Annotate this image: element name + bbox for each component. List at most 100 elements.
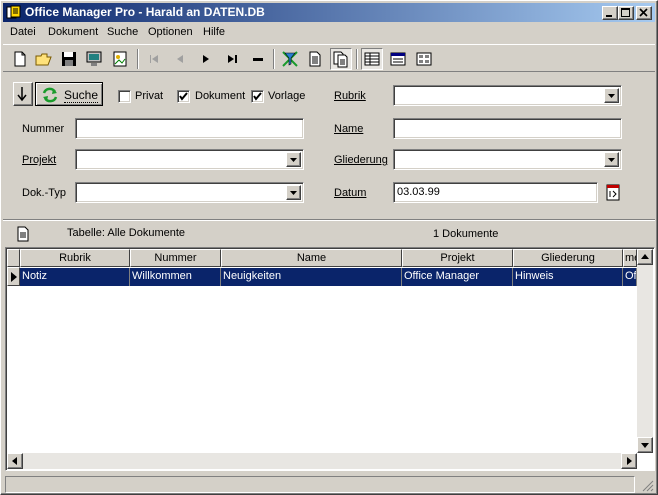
- resize-grip[interactable]: [640, 478, 654, 492]
- floppy-disk-icon: [62, 52, 76, 66]
- documents-icon: [333, 51, 348, 68]
- minimize-icon: [606, 15, 612, 17]
- scroll-up-button[interactable]: [637, 249, 653, 265]
- documents-view-button[interactable]: [330, 48, 352, 70]
- maximize-icon: [621, 8, 630, 17]
- next-icon: [203, 55, 209, 63]
- open-button[interactable]: [33, 48, 55, 70]
- maximize-button[interactable]: [618, 6, 634, 20]
- refresh-icon: [42, 87, 58, 103]
- title-bar[interactable]: Office Manager Pro - Harald an DATEN.DB: [3, 3, 655, 22]
- table-cell[interactable]: Office Manager: [402, 268, 513, 286]
- datum-input[interactable]: 03.03.99: [393, 182, 598, 203]
- previous-icon: [177, 55, 183, 63]
- gliederung-dropdown-button[interactable]: [604, 152, 619, 167]
- current-row-arrow-icon: [11, 272, 17, 282]
- open-folder-icon: [35, 53, 52, 66]
- arrow-down-icon: [17, 87, 27, 102]
- nummer-input[interactable]: [75, 118, 304, 139]
- scroll-right-button[interactable]: [621, 453, 637, 469]
- name-input[interactable]: [393, 118, 622, 139]
- chevron-down-icon: [290, 191, 297, 195]
- search-button-label: Suche: [64, 88, 99, 103]
- column-header-name[interactable]: Name: [221, 249, 402, 267]
- sort-down-button[interactable]: [13, 82, 33, 106]
- search-button[interactable]: Suche: [35, 82, 103, 106]
- filter-button[interactable]: [279, 48, 301, 70]
- menu-datei[interactable]: Datei: [10, 26, 36, 38]
- column-header-rubrik[interactable]: Rubrik: [20, 249, 130, 267]
- new-document-button[interactable]: [9, 48, 31, 70]
- name-label: Name: [334, 123, 364, 135]
- row-indicator[interactable]: [7, 267, 20, 286]
- chevron-down-icon: [608, 158, 615, 162]
- column-header-partial[interactable]: me: [623, 249, 637, 267]
- close-icon: [639, 8, 648, 17]
- table-cell[interactable]: Willkommen: [130, 268, 221, 286]
- next-record-button[interactable]: [195, 48, 217, 70]
- table-cell[interactable]: Notiz: [20, 268, 130, 286]
- rubrik-combo[interactable]: [393, 85, 622, 106]
- table-view-icon: [364, 52, 380, 66]
- checkmark-icon: [253, 92, 262, 101]
- table-cell[interactable]: Neuigkeiten: [221, 268, 402, 286]
- first-icon: [150, 55, 158, 63]
- chevron-down-icon: [608, 94, 615, 98]
- gliederung-label: Gliederung: [334, 154, 388, 166]
- previous-record-button[interactable]: [169, 48, 191, 70]
- doktyp-dropdown-button[interactable]: [286, 185, 301, 200]
- menu-optionen[interactable]: Optionen: [148, 26, 193, 38]
- nummer-label: Nummer: [22, 123, 65, 135]
- scroll-down-button[interactable]: [637, 437, 653, 453]
- monitor-icon: [86, 51, 102, 66]
- table-cell[interactable]: Of: [623, 268, 637, 286]
- menu-hilfe[interactable]: Hilfe: [203, 26, 225, 38]
- first-record-button[interactable]: [143, 48, 165, 70]
- privat-checkbox[interactable]: [118, 90, 131, 103]
- projekt-combo[interactable]: [75, 149, 304, 170]
- dokument-checkbox[interactable]: [177, 90, 190, 103]
- rubrik-label: Rubrik: [334, 90, 366, 102]
- filter-icon: [282, 51, 298, 67]
- image-button[interactable]: [109, 48, 131, 70]
- print-preview-button[interactable]: [83, 48, 105, 70]
- delete-record-button[interactable]: [247, 48, 269, 70]
- rubrik-dropdown-button[interactable]: [604, 88, 619, 103]
- scroll-left-button[interactable]: [7, 453, 23, 469]
- documents-grid[interactable]: Rubrik Nummer Name Projekt Gliederung me…: [5, 247, 655, 471]
- close-button[interactable]: [636, 6, 652, 20]
- document-count: 1 Dokumente: [433, 228, 499, 240]
- menu-dokument[interactable]: Dokument: [48, 26, 98, 38]
- calendar-button[interactable]: [603, 182, 623, 203]
- new-file-icon: [14, 51, 26, 67]
- menu-suche[interactable]: Suche: [107, 26, 138, 38]
- form-view-button[interactable]: [387, 48, 409, 70]
- app-icon: [6, 5, 21, 19]
- last-record-button[interactable]: [221, 48, 243, 70]
- privat-label: Privat: [135, 90, 164, 102]
- document-view-button[interactable]: [304, 48, 326, 70]
- table-view-button[interactable]: [361, 48, 383, 70]
- vorlage-checkbox[interactable]: [251, 90, 264, 103]
- doktyp-combo[interactable]: [75, 182, 304, 203]
- document-icon: [17, 226, 29, 242]
- vorlage-label: Vorlage: [268, 90, 306, 102]
- search-form: Suche Privat Dokument Vorlage Nummer Pro…: [3, 73, 655, 216]
- card-view-button[interactable]: [413, 48, 435, 70]
- checkmark-icon: [179, 92, 188, 101]
- form-view-icon: [390, 52, 406, 66]
- column-header-projekt[interactable]: Projekt: [402, 249, 513, 267]
- projekt-dropdown-button[interactable]: [286, 152, 301, 167]
- vertical-scrollbar[interactable]: [637, 249, 653, 453]
- table-cell[interactable]: Hinweis: [513, 268, 623, 286]
- window-title: Office Manager Pro - Harald an DATEN.DB: [25, 5, 265, 19]
- dokument-label: Dokument: [195, 90, 246, 102]
- gliederung-combo[interactable]: [393, 149, 622, 170]
- last-icon: [228, 55, 237, 63]
- save-button[interactable]: [58, 48, 80, 70]
- minimize-button[interactable]: [602, 6, 618, 20]
- horizontal-scrollbar[interactable]: [7, 453, 637, 469]
- column-header-gliederung[interactable]: Gliederung: [513, 249, 623, 267]
- toolbar: [3, 44, 655, 72]
- column-header-nummer[interactable]: Nummer: [130, 249, 221, 267]
